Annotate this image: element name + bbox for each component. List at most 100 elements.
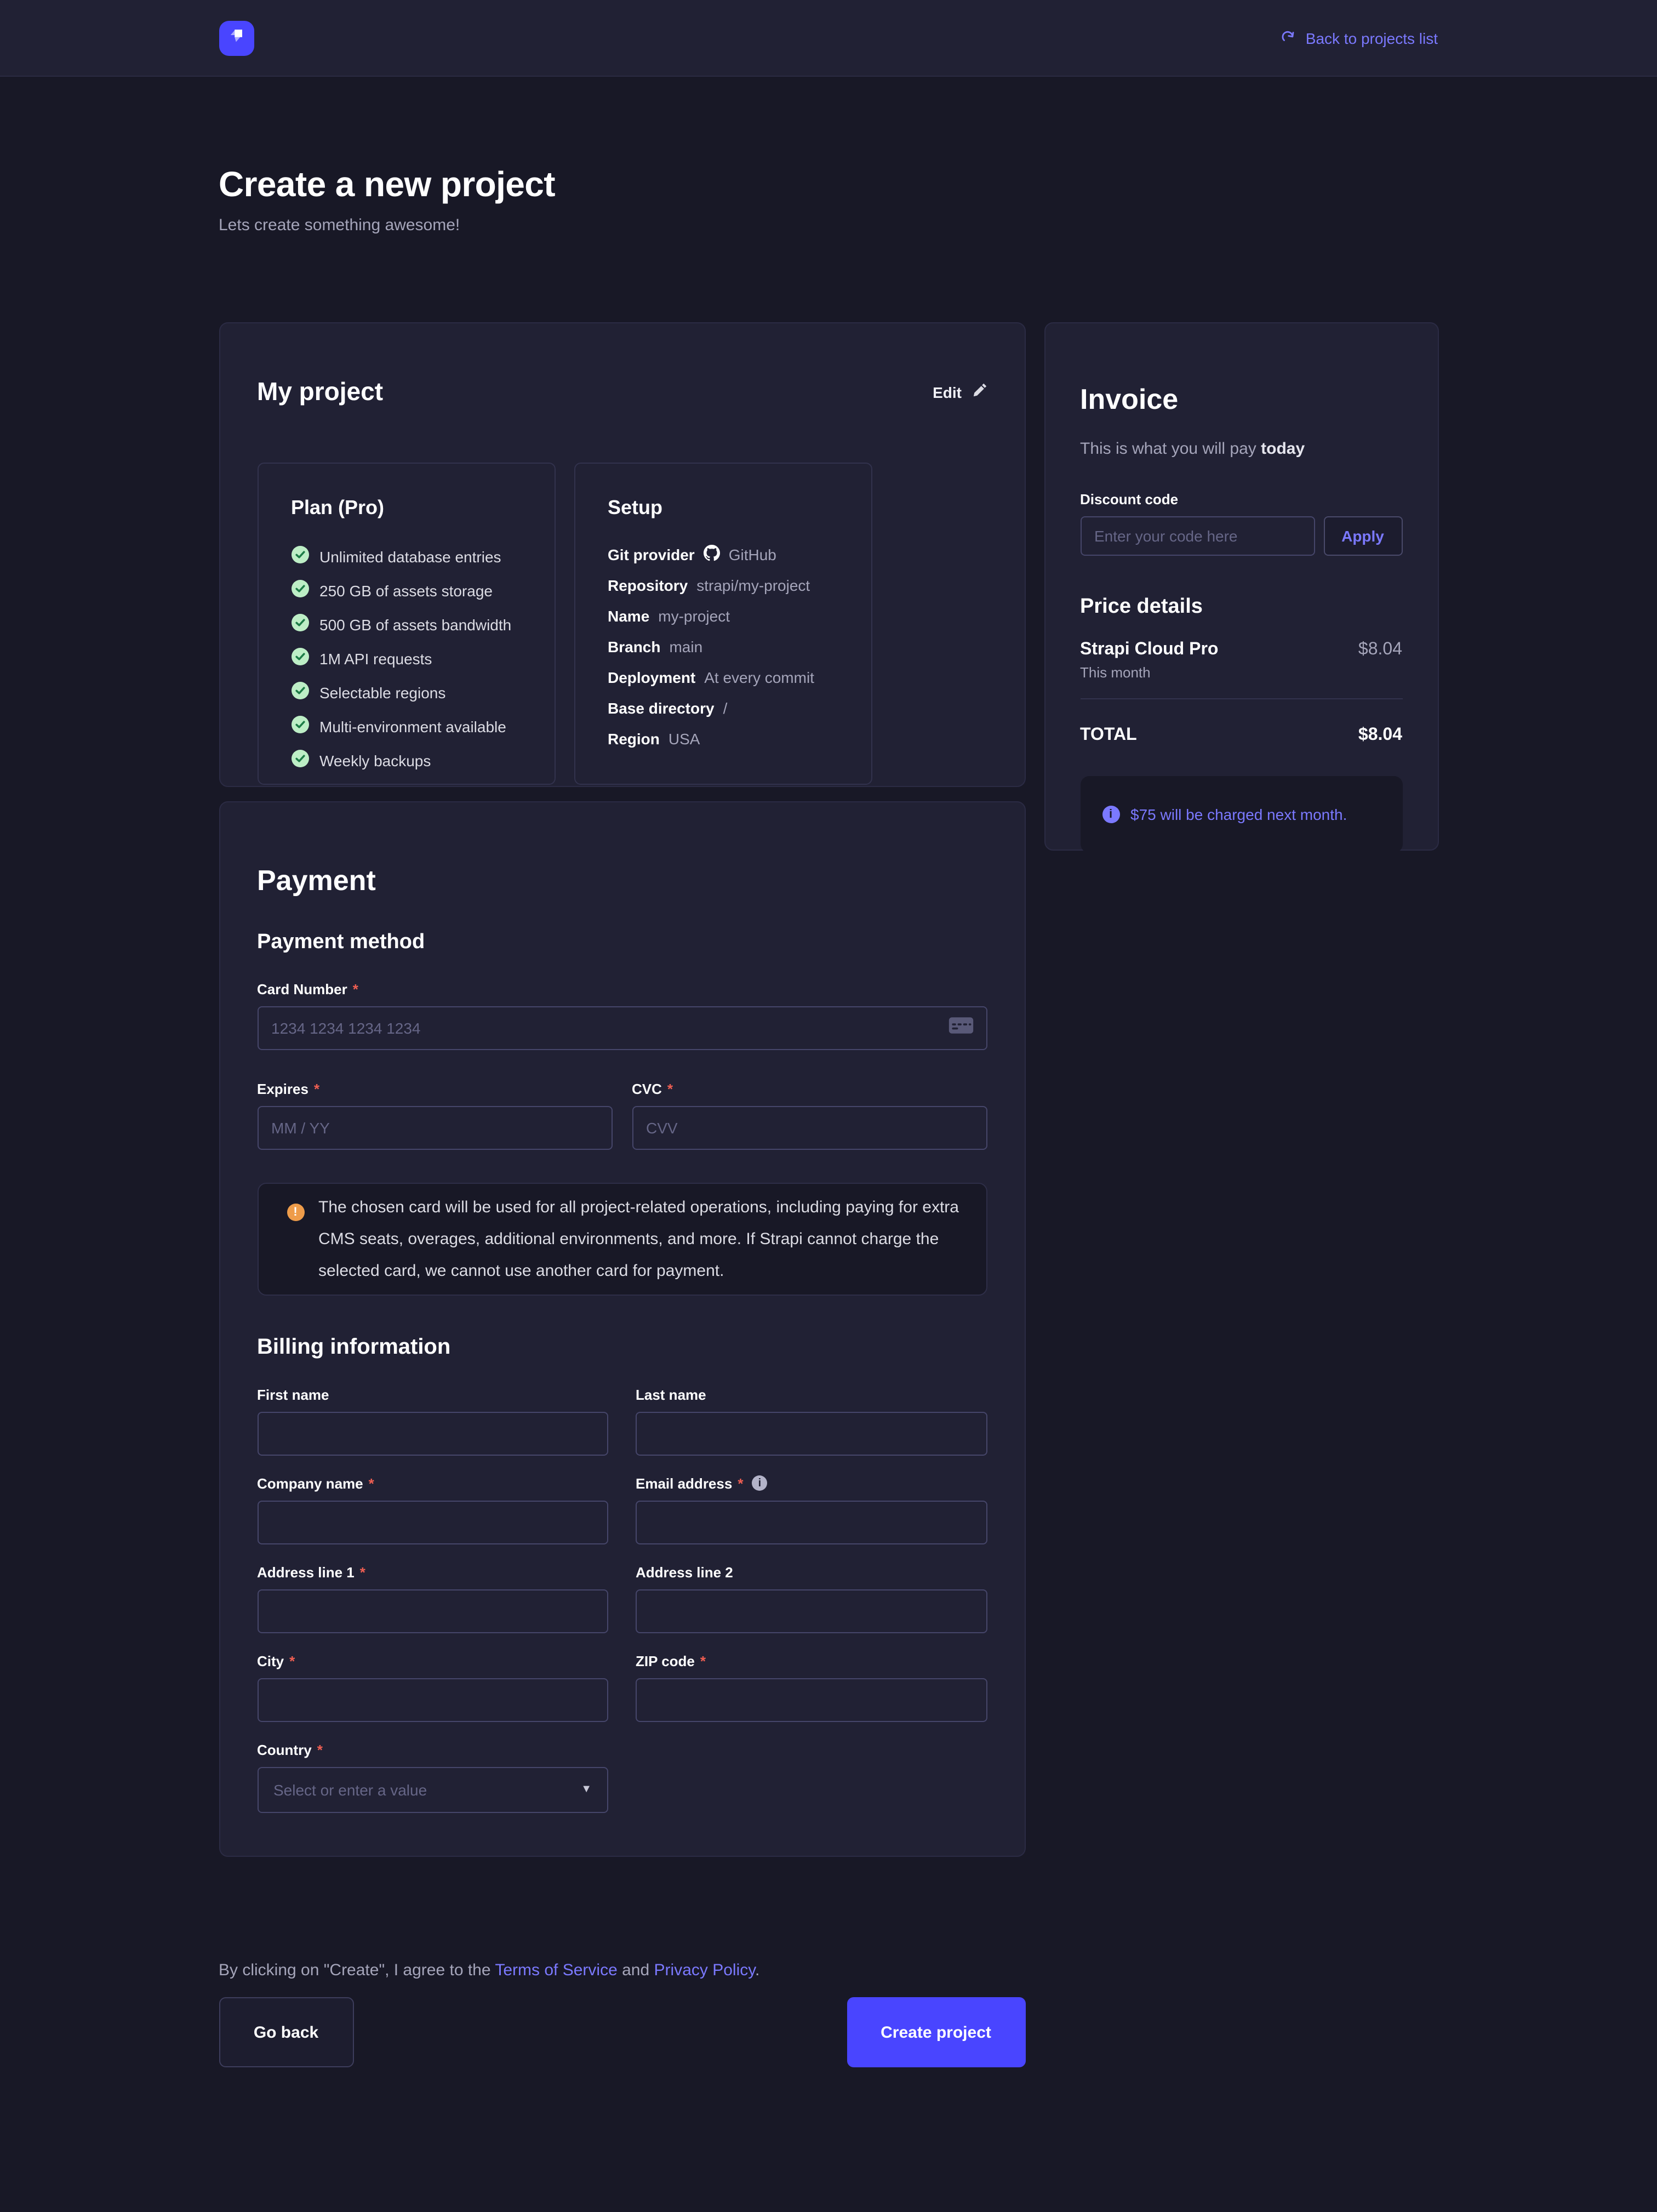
address-line-1-input[interactable] (257, 1589, 608, 1633)
card-number-input[interactable] (257, 1006, 987, 1050)
expires-label: Expires* (257, 1080, 612, 1097)
plan-feature-item: Selectable regions (291, 682, 521, 703)
last-name-field: Last name (636, 1386, 987, 1455)
expires-input[interactable] (257, 1105, 612, 1149)
setup-row-deployment: Deployment At every commit (608, 669, 838, 686)
billing-information-title: Billing information (257, 1335, 987, 1360)
warning-icon: ! (287, 1203, 304, 1221)
check-circle-icon (291, 750, 308, 771)
first-name-input[interactable] (257, 1411, 608, 1455)
back-arrow-icon (1281, 28, 1297, 48)
invoice-divider (1080, 698, 1402, 699)
plan-feature-item: Unlimited database entries (291, 546, 521, 567)
setup-title: Setup (608, 497, 838, 520)
zip-code-field: ZIP code* (636, 1652, 987, 1721)
setup-row-branch: Branch main (608, 638, 838, 655)
email-info-icon[interactable]: i (752, 1475, 767, 1491)
address-line-1-field: Address line 1* (257, 1564, 608, 1633)
go-back-button[interactable]: Go back (219, 1997, 353, 2067)
card-usage-notice: ! The chosen card will be used for all p… (257, 1182, 987, 1295)
zip-code-label: ZIP code* (636, 1652, 987, 1669)
invoice-title: Invoice (1080, 382, 1402, 416)
strapi-cloud-logo[interactable] (219, 20, 254, 55)
card-usage-notice-text: The chosen card will be used for all pro… (318, 1191, 959, 1286)
setup-row-name: Name my-project (608, 607, 838, 625)
plan-feature-item: Multi-environment available (291, 716, 521, 737)
create-project-button[interactable]: Create project (847, 1997, 1025, 2067)
edit-project-button[interactable]: Edit (933, 383, 987, 401)
check-circle-icon (291, 546, 308, 567)
check-circle-icon (291, 716, 308, 737)
check-circle-icon (291, 682, 308, 703)
company-name-label: Company name* (257, 1475, 608, 1491)
apply-discount-button[interactable]: Apply (1323, 516, 1402, 556)
cvc-label: CVC* (632, 1080, 987, 1097)
setup-row-git-provider: Git provider GitHub (608, 546, 838, 563)
address-line-2-label: Address line 2 (636, 1564, 987, 1580)
plan-feature-item: Weekly backups (291, 750, 521, 771)
city-field: City* (257, 1652, 608, 1721)
setup-row-region: Region USA (608, 730, 838, 748)
total-amount: $8.04 (1358, 726, 1402, 745)
discount-code-input[interactable] (1080, 516, 1315, 556)
invoice-total-row: TOTAL $8.04 (1080, 726, 1402, 745)
check-circle-icon (291, 580, 308, 601)
email-field: Email address* i (636, 1475, 987, 1544)
company-name-input[interactable] (257, 1500, 608, 1544)
first-name-label: First name (257, 1386, 608, 1403)
next-month-notice-text: $75 will be charged next month. (1130, 806, 1347, 823)
edit-link-label: Edit (933, 383, 962, 401)
payment-title: Payment (257, 863, 987, 897)
next-month-notice: i $75 will be charged next month. (1080, 776, 1402, 853)
last-name-label: Last name (636, 1386, 987, 1403)
setup-row-base-directory: Base directory / (608, 699, 838, 717)
terms-of-service-link[interactable]: Terms of Service (495, 1961, 617, 1980)
check-circle-icon (291, 614, 308, 635)
company-name-field: Company name* (257, 1475, 608, 1544)
privacy-policy-link[interactable]: Privacy Policy (654, 1961, 756, 1980)
first-name-field: First name (257, 1386, 608, 1455)
plan-feature-item: 250 GB of assets storage (291, 580, 521, 601)
country-select[interactable]: Select or enter a value ▼ (257, 1766, 608, 1812)
country-label: Country* (257, 1741, 608, 1758)
check-circle-icon (291, 648, 308, 669)
country-select-placeholder: Select or enter a value (273, 1781, 427, 1798)
strapi-bolt-icon (226, 24, 248, 52)
email-input[interactable] (636, 1500, 987, 1544)
page-subtitle: Lets create something awesome! (219, 216, 1438, 235)
my-project-card: My project Edit (219, 322, 1025, 787)
line-item-name: Strapi Cloud Pro (1080, 640, 1218, 660)
cvc-input[interactable] (632, 1105, 987, 1149)
email-label: Email address* i (636, 1475, 987, 1491)
plan-feature-item: 500 GB of assets bandwidth (291, 614, 521, 635)
info-icon: i (1102, 806, 1119, 823)
back-to-projects-link[interactable]: Back to projects list (1281, 28, 1438, 48)
line-item-amount: $8.04 (1358, 640, 1402, 660)
strapi-cloud-create-project-page: Back to projects list Create a new proje… (0, 0, 1657, 2212)
setup-row-repository: Repository strapi/my-project (608, 577, 838, 594)
discount-code-label: Discount code (1080, 491, 1402, 508)
agreement-text: By clicking on "Create", I agree to the … (219, 1961, 1025, 1980)
zip-code-input[interactable] (636, 1678, 987, 1721)
payment-method-title: Payment method (257, 930, 987, 954)
invoice-panel: Invoice This is what you will pay today … (1044, 322, 1438, 851)
total-label: TOTAL (1080, 726, 1137, 745)
pencil-icon (972, 383, 987, 401)
chevron-down-icon: ▼ (581, 1783, 592, 1795)
top-bar: Back to projects list (0, 0, 1657, 77)
setup-box: Setup Git provider GitHub (574, 463, 872, 785)
plan-feature-item: 1M API requests (291, 648, 521, 669)
payment-card: Payment Payment method Card Number* (219, 801, 1025, 1857)
back-link-label: Back to projects list (1306, 29, 1438, 47)
form-footer: By clicking on "Create", I agree to the … (219, 1871, 1025, 2067)
price-details-title: Price details (1080, 595, 1402, 619)
last-name-input[interactable] (636, 1411, 987, 1455)
address-line-2-field: Address line 2 (636, 1564, 987, 1633)
price-line-item: Strapi Cloud Pro This month $8.04 (1080, 640, 1402, 681)
city-input[interactable] (257, 1678, 608, 1721)
invoice-subtitle: This is what you will pay today (1080, 440, 1402, 458)
setup-rows: Git provider GitHub Reposit (608, 546, 838, 748)
address-line-1-label: Address line 1* (257, 1564, 608, 1580)
address-line-2-input[interactable] (636, 1589, 987, 1633)
line-item-period: This month (1080, 664, 1218, 681)
